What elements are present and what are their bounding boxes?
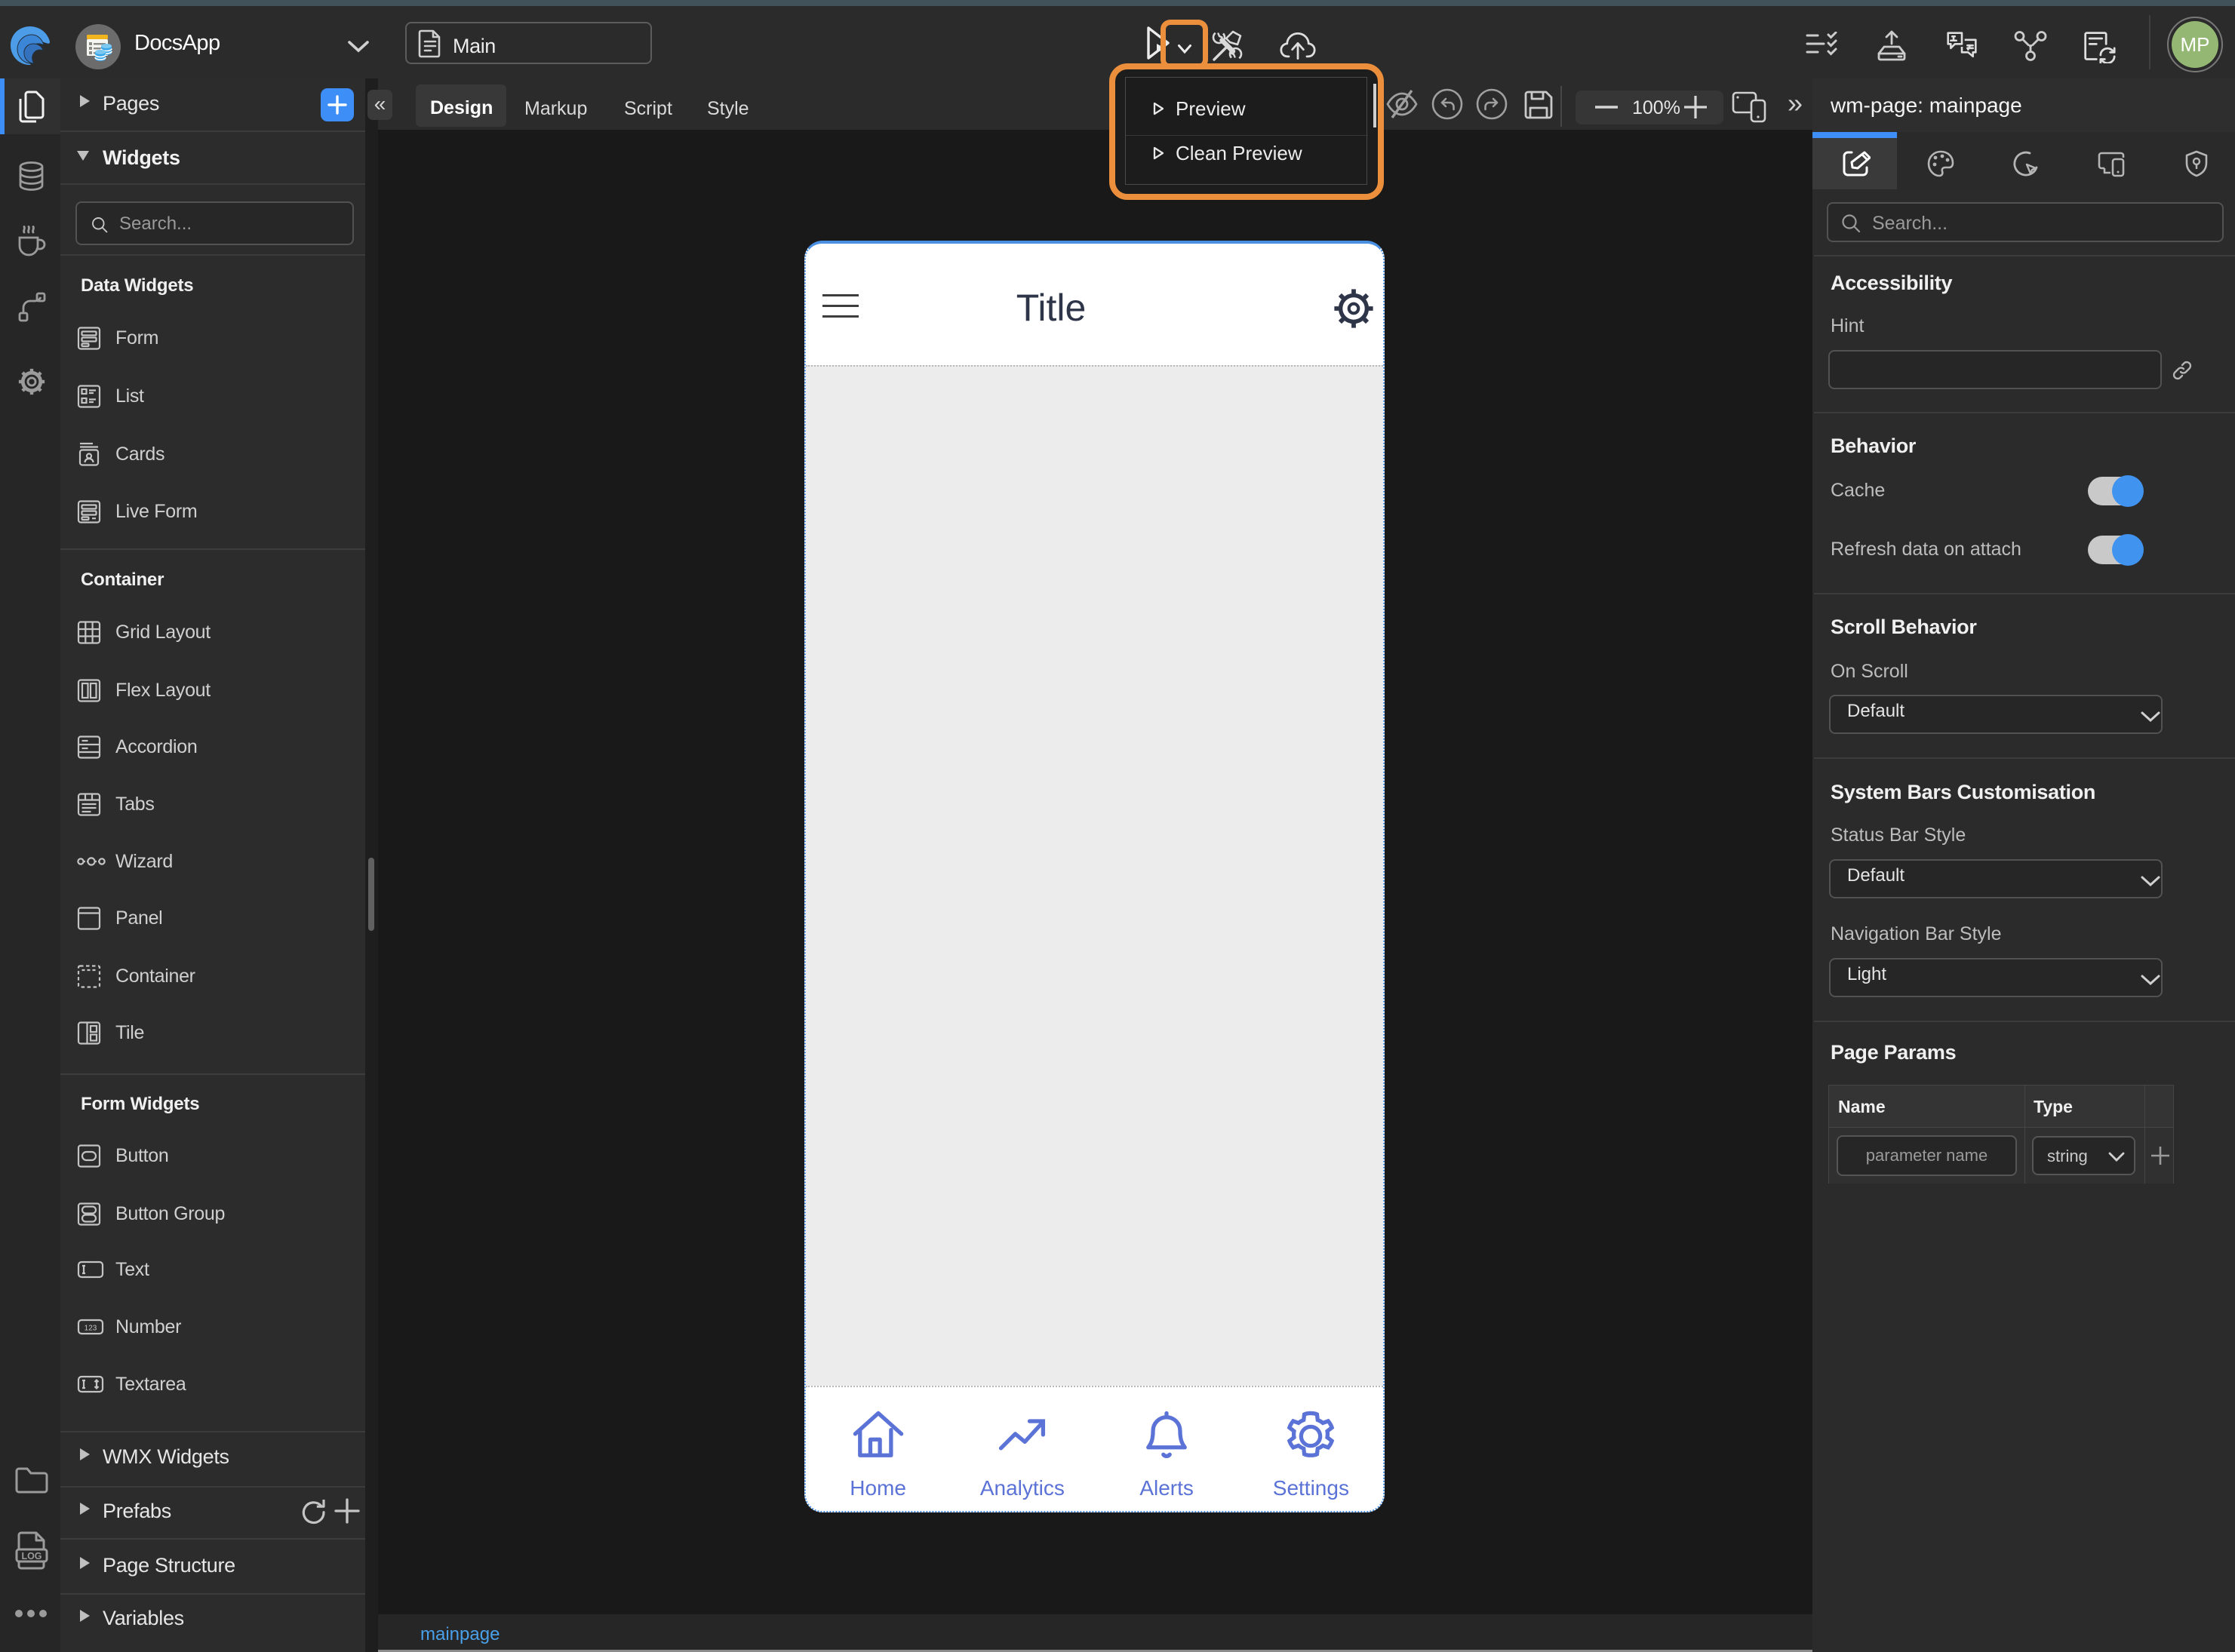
svg-text:123: 123 <box>85 1325 97 1333</box>
svg-text:LOG: LOG <box>21 1551 42 1561</box>
